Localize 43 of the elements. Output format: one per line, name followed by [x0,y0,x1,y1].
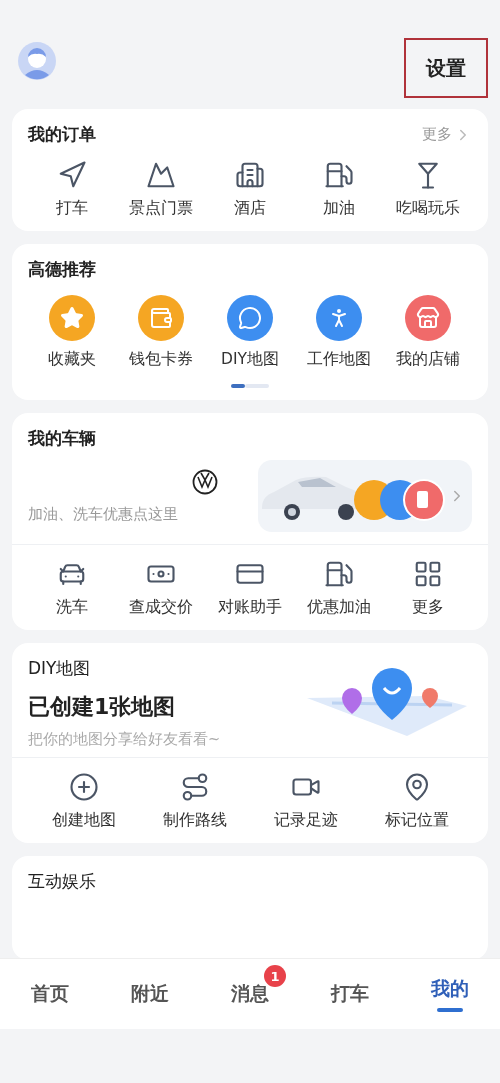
shortcut-item[interactable]: 制作路线 [139,772,250,831]
shortcut-item[interactable]: 景点门票 [116,160,206,219]
shortcut-item[interactable]: 打车 [28,160,117,219]
tab-item[interactable]: 我的 [400,959,500,1029]
shortcut-item[interactable]: 收藏夹 [28,295,117,370]
section-title: 互动娱乐 [28,870,97,893]
shortcut-item[interactable]: DIY地图 [205,295,295,370]
shortcut-item[interactable]: 工作地图 [294,295,384,370]
notification-badge: 1 [264,965,286,987]
shortcut-item[interactable]: 加油 [294,160,384,219]
shortcut-item[interactable]: 更多 [383,559,472,618]
section-title: DIY地图 [28,657,92,680]
shortcut-item[interactable]: 查成交价 [116,559,206,618]
shortcut-item[interactable]: 记录足迹 [250,772,361,831]
building-icon [235,160,265,190]
navigation-icon [57,160,88,190]
shortcut-item[interactable]: 吃喝玩乐 [383,160,472,219]
shortcut-item[interactable]: 钱包卡券 [116,295,206,370]
settings-button[interactable]: 设置 [404,38,488,98]
avatar-icon[interactable] [18,42,56,80]
map-count-headline: 已创建1张地图 [28,693,177,721]
tab-underline [437,1008,463,1012]
tab-item[interactable]: 打车 [300,959,400,1029]
shortcut-item[interactable]: 优惠加油 [294,559,384,618]
shortcut-item[interactable]: 我的店铺 [383,295,472,370]
shortcut-item[interactable]: 洗车 [28,559,117,618]
tab-item[interactable]: 附近 [100,959,200,1029]
vehicle-banner[interactable] [258,460,472,532]
emblem-icon [192,468,218,495]
section-title: 高德推荐 [28,258,97,281]
shortcut-item[interactable]: 创建地图 [28,772,139,831]
shortcut-item[interactable]: 对账助手 [205,559,295,618]
mountain-icon [146,160,177,190]
fuel-pump-icon [323,160,354,190]
tab-item[interactable]: 消息 1 [200,959,300,1029]
section-title: 我的订单 [28,123,96,146]
shortcut-item[interactable]: 酒店 [205,160,295,219]
tab-item[interactable]: 首页 [0,959,100,1029]
shortcut-item[interactable]: 标记位置 [361,772,472,831]
section-title: 我的车辆 [28,427,97,450]
fuel-pump-icon [323,559,354,589]
plus-circle-icon [68,772,99,802]
map-subtitle: 把你的地图分享给好友看看~ [28,730,221,749]
